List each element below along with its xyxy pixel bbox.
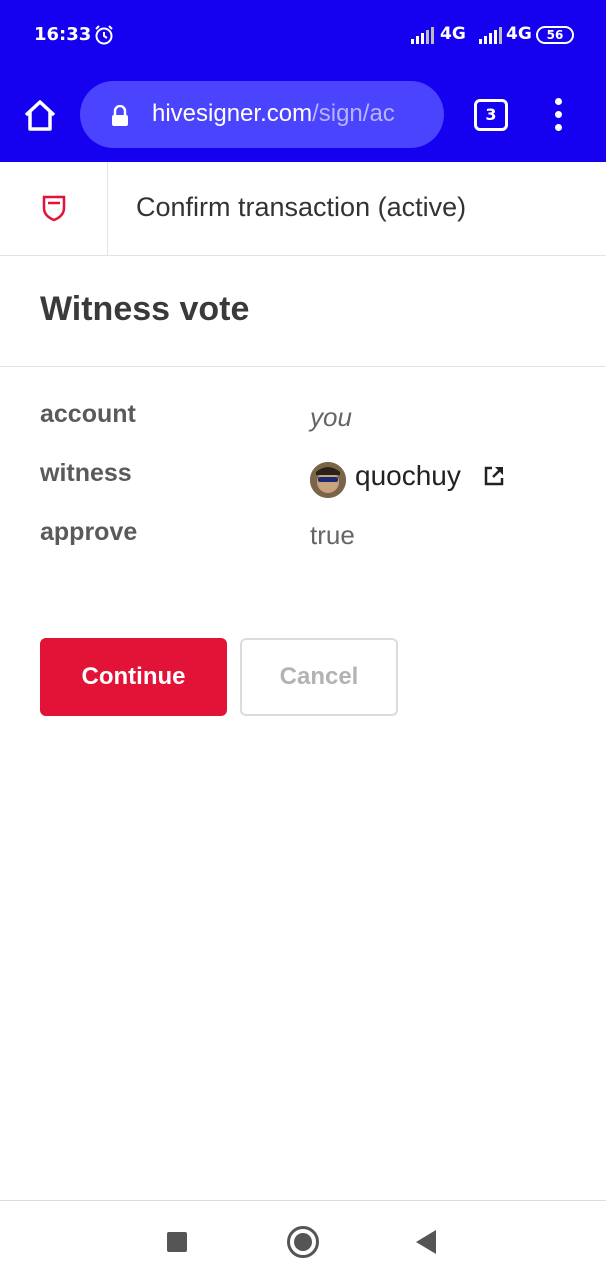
status-bar: 16:33 4G 4G 56 <box>0 0 606 72</box>
external-link-icon[interactable] <box>482 464 506 488</box>
field-value-approve: true <box>310 520 355 550</box>
home-circle-icon[interactable] <box>287 1226 319 1258</box>
browser-chrome: 16:33 4G 4G 56 hivesigner.com/sign/ac 3 <box>0 0 606 162</box>
field-label-witness: witness <box>40 459 132 487</box>
tab-count: 3 <box>485 105 497 124</box>
address-bar[interactable]: hivesigner.com/sign/ac <box>80 81 444 148</box>
operation-title: Witness vote <box>40 290 250 328</box>
network-type-1: 4G <box>440 24 466 44</box>
field-value-account: you <box>310 402 352 432</box>
home-icon[interactable] <box>20 96 60 136</box>
cancel-button[interactable]: Cancel <box>240 638 398 716</box>
alarm-icon <box>95 25 113 45</box>
battery-level: 56 <box>546 28 564 42</box>
url-text: hivesigner.com/sign/ac <box>152 100 430 130</box>
field-label-account: account <box>40 400 136 428</box>
battery-icon: 56 <box>536 26 574 44</box>
overflow-menu-icon[interactable] <box>548 98 570 132</box>
hivesigner-logo[interactable] <box>0 162 108 255</box>
network-type-2: 4G <box>506 24 532 44</box>
url-path: /sign/ac <box>312 100 395 127</box>
back-icon[interactable] <box>416 1230 436 1254</box>
signal-icon <box>411 27 434 44</box>
field-label-approve: approve <box>40 518 138 546</box>
signal-icon <box>479 27 502 44</box>
lock-icon <box>112 105 128 126</box>
hivesigner-logo-icon <box>42 195 66 222</box>
recent-apps-icon[interactable] <box>167 1232 187 1252</box>
page-header: Confirm transaction (active) <box>0 162 606 256</box>
witness-link[interactable]: quochuy <box>355 460 461 492</box>
avatar <box>310 462 346 498</box>
system-nav-bar <box>0 1200 606 1280</box>
tabs-button[interactable]: 3 <box>474 99 508 131</box>
status-time: 16:33 <box>34 24 92 45</box>
operation-header: Witness vote <box>0 256 606 367</box>
continue-button[interactable]: Continue <box>40 638 227 716</box>
page-title: Confirm transaction (active) <box>136 192 467 222</box>
url-host: hivesigner.com <box>152 100 313 127</box>
